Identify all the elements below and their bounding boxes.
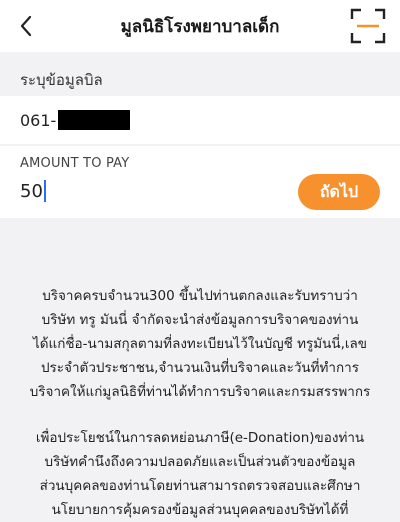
info-line: ส่วนบุคคลของท่านโดยท่านสามารถตรวจสอบและศ… [39, 478, 361, 494]
info-line: บริษัท ทรู มันนี่ จำกัดจะนำส่งข้อมูลการบ… [41, 312, 359, 328]
bill-number-prefix: 061- [20, 110, 57, 130]
info-line: ได้แก่ชื่อ-นามสกุลตามที่ลงทะเบียนไว้ในบั… [32, 336, 368, 352]
donation-info: บริจาคครบจำนวน300 ขึ้นไปท่านตกลงและรับทร… [0, 284, 400, 522]
info-line: ประจำตัวประชาชน,จำนวนเงินที่บริจาคและวัน… [40, 360, 360, 376]
page-title: มูลนิธิโรงพยาบาลเด็ก [120, 16, 280, 37]
info-line: บริษัทคำนึงถึงความปลอดภัยและเป็นส่วนตัวข… [44, 454, 356, 470]
scan-frame-icon [350, 8, 386, 44]
bill-number-field[interactable]: 061- [0, 96, 400, 144]
info-line: เพื่อประโยชน์ในการลดหย่อนภาษี(e-Donation… [35, 430, 365, 446]
scan-button[interactable] [350, 8, 386, 44]
info-line: บริจาคให้แก่มูลนิธิที่ท่านได้ทำการบริจาค… [29, 384, 371, 400]
redaction-bar [58, 110, 131, 130]
top-bar: มูลนิธิโรงพยาบาลเด็ก [0, 0, 400, 52]
text-caret [43, 180, 46, 202]
info-line: บริจาคครบจำนวน300 ขึ้นไปท่านตกลงและรับทร… [42, 288, 358, 304]
bill-section-label: ระบุข้อมูลบิล [20, 71, 103, 89]
amount-value: 50 [20, 180, 43, 202]
next-button[interactable]: ถัดไป [298, 174, 380, 210]
chevron-left-icon [20, 15, 32, 37]
amount-label: AMOUNT TO PAY [20, 156, 130, 171]
info-line: นโยบายการคุ้มครองข้อมูลส่วนบุคคลของบริษั… [51, 502, 349, 518]
amount-input[interactable]: 50 [20, 180, 46, 202]
back-button[interactable] [10, 10, 42, 42]
